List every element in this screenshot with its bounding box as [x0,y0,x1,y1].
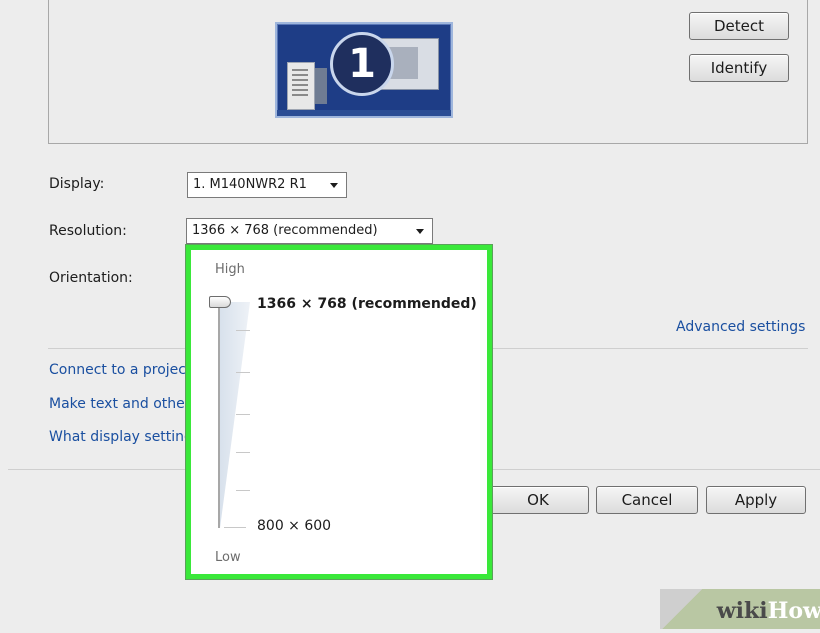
window-thumbnail [287,62,315,110]
orientation-label: Orientation: [49,270,133,286]
taskbar-thumbnail [277,110,451,116]
resolution-slider-track[interactable] [218,302,220,528]
resolution-option-min[interactable]: 800 × 600 [257,518,331,534]
resolution-slider-thumb[interactable] [209,296,231,308]
slider-tick [236,372,250,373]
watermark-how-text: How [767,598,820,624]
cancel-button[interactable]: Cancel [596,486,698,514]
display-select[interactable]: 1. M140NWR2 R1 [187,172,347,198]
slider-tick [236,490,250,491]
resolution-dropdown[interactable]: High 1366 × 768 (recommended) 800 × 600 … [186,245,492,579]
resolution-select[interactable]: 1366 × 768 (recommended) [186,218,433,244]
connect-projector-link[interactable]: Connect to a projec [49,362,186,378]
slider-tick [224,527,246,528]
slider-tick [236,414,250,415]
display-label: Display: [49,176,105,192]
slider-tick [236,330,250,331]
resolution-option-max[interactable]: 1366 × 768 (recommended) [257,296,477,312]
advanced-settings-link[interactable]: Advanced settings [676,319,805,335]
window-thumbnail [315,68,327,104]
identify-button[interactable]: Identify [689,54,789,82]
apply-button[interactable]: Apply [706,486,806,514]
resolution-slider-fill [220,302,250,528]
wikihow-watermark: wikiHow [660,589,820,629]
resolution-select-value: 1366 × 768 (recommended) [192,223,378,238]
monitor-number-badge: 1 [330,32,394,96]
high-label: High [215,262,245,277]
chevron-down-icon [330,183,338,188]
make-text-larger-link[interactable]: Make text and othe [49,396,185,412]
ok-button[interactable]: OK [487,486,589,514]
chevron-down-icon [416,229,424,234]
display-select-value: 1. M140NWR2 R1 [193,177,307,192]
slider-tick [236,452,250,453]
display-settings-help-link[interactable]: What display setting [49,429,193,445]
watermark-wiki-text: wiki [716,598,768,624]
low-label: Low [215,550,241,565]
resolution-label: Resolution: [49,223,127,239]
detect-button[interactable]: Detect [689,12,789,40]
